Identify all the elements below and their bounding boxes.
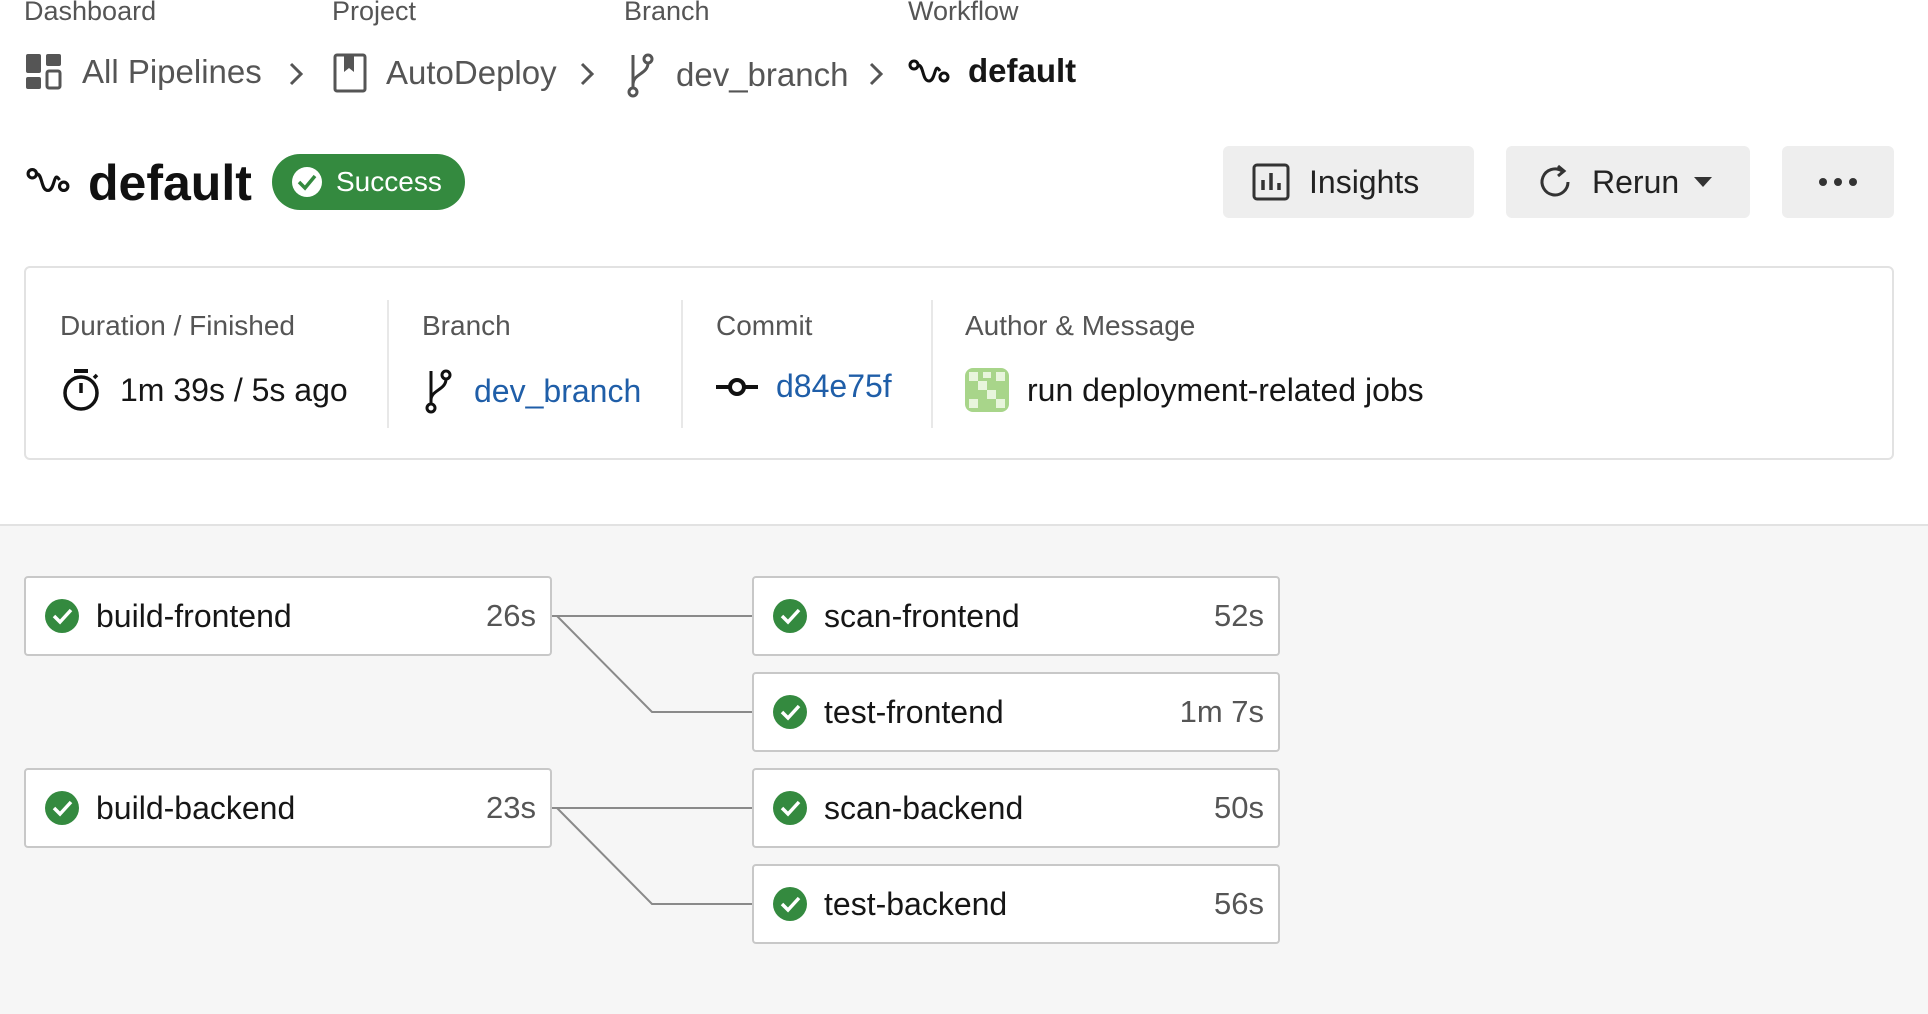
job-scan-frontend[interactable]: scan-frontend 52s [752,576,1280,656]
success-check-icon [773,599,807,633]
job-build-backend[interactable]: build-backend 23s [24,768,552,848]
workflow-graph: build-frontend 26s scan-frontend 52s tes… [0,524,1928,1014]
job-name: build-frontend [96,597,292,634]
success-check-icon [773,887,807,921]
job-build-frontend[interactable]: build-frontend 26s [24,576,552,656]
chevron-right-icon [289,62,304,86]
pipeline-page: Dashboard All Pipelines Project AutoDepl… [0,0,1928,1014]
job-duration: 26s [486,598,536,633]
job-name: build-backend [96,789,296,826]
commit-message: run deployment-related jobs [1027,371,1424,408]
more-actions-button[interactable] [1782,146,1894,218]
chevron-right-icon [869,62,884,86]
breadcrumb-label: AutoDeploy [386,54,557,91]
success-check-icon [773,791,807,825]
insights-button-label: Insights [1309,163,1420,200]
job-name: scan-frontend [824,597,1020,634]
job-name: scan-backend [824,789,1024,826]
commit-label: Commit [716,310,813,341]
duration-label: Duration / Finished [60,310,296,341]
column-divider [387,300,389,428]
job-name: test-frontend [824,693,1004,730]
column-divider [681,300,683,428]
workflow-icon [26,167,70,193]
more-icon [1819,178,1857,186]
author-label: Author & Message [965,310,1196,341]
rerun-button[interactable]: Rerun [1506,146,1750,218]
job-name: test-backend [824,885,1008,922]
chevron-right-icon [580,62,595,86]
branch-label: Branch [422,310,511,341]
commit-icon [716,377,758,396]
breadcrumb-category: Branch [624,0,710,26]
avatar [965,368,1009,412]
job-duration: 50s [1214,790,1264,825]
job-duration: 23s [486,790,536,825]
status-badge-label: Success [336,166,442,197]
branch-icon [425,369,452,414]
breadcrumb-category: Workflow [908,0,1019,26]
branch-link[interactable]: dev_branch [474,373,641,410]
commit-link[interactable]: d84e75f [776,368,892,405]
status-badge: Success [272,154,465,210]
refresh-icon [1540,164,1570,197]
stopwatch-icon [63,369,99,411]
dashboard-icon [24,52,64,92]
success-check-icon [45,599,79,633]
branch-icon [624,52,658,98]
job-duration: 56s [1214,886,1264,921]
breadcrumb-label: dev_branch [676,56,849,93]
breadcrumb-category: Project [332,0,417,26]
workflow-icon [908,56,950,86]
job-test-frontend[interactable]: test-frontend 1m 7s [752,672,1280,752]
caret-down-icon[interactable] [1693,176,1713,188]
check-circle-icon [292,167,322,197]
bar-chart-icon [1252,163,1290,201]
breadcrumb-label: All Pipelines [82,53,262,90]
duration-value: 1m 39s / 5s ago [120,371,348,408]
job-scan-backend[interactable]: scan-backend 50s [752,768,1280,848]
page-title: default [88,155,252,211]
breadcrumb-label: default [968,52,1077,89]
job-duration: 1m 7s [1179,694,1264,729]
project-bookmark-icon [332,52,368,94]
column-divider [931,300,933,428]
job-duration: 52s [1214,598,1264,633]
job-test-backend[interactable]: test-backend 56s [752,864,1280,944]
rerun-button-label: Rerun [1592,163,1680,200]
breadcrumb-category: Dashboard [24,0,157,26]
pipeline-summary-card: Duration / Finished 1m 39s / 5s ago Bran… [24,266,1894,460]
success-check-icon [773,695,807,729]
insights-button[interactable]: Insights [1223,146,1474,218]
success-check-icon [45,791,79,825]
